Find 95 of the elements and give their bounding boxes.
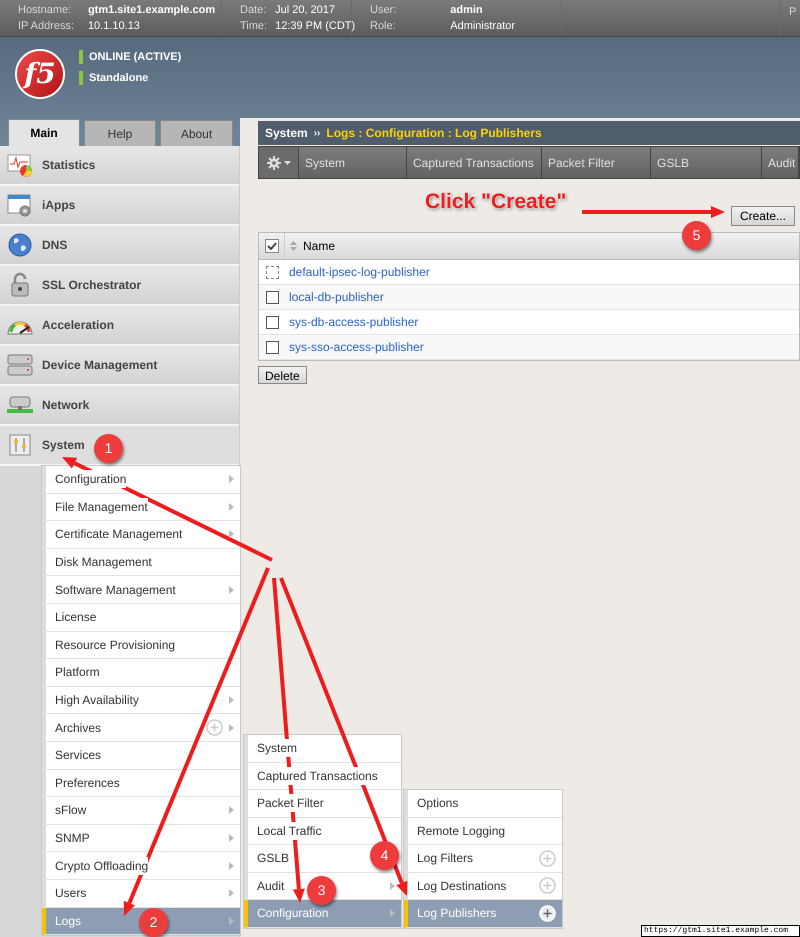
chart-icon	[7, 152, 33, 178]
sub-tab[interactable]: GSLB	[651, 147, 762, 178]
menu-item[interactable]: Certificate Management	[42, 521, 240, 549]
status-text: ONLINE (ACTIVE)	[89, 50, 182, 65]
menu-item[interactable]: Local Traffic	[244, 818, 401, 845]
sliders-icon	[9, 434, 31, 456]
nav-tab[interactable]: Help	[84, 120, 156, 146]
sub-tab[interactable]: System	[299, 147, 407, 178]
step-badge: 5	[682, 221, 711, 250]
breadcrumb-root: System	[265, 125, 308, 142]
globe-icon	[7, 232, 33, 258]
nav-item[interactable]: Network	[0, 386, 239, 426]
check-icon	[266, 242, 276, 250]
sub-tab[interactable]: Audit	[762, 147, 799, 178]
menu-item[interactable]: Options	[404, 790, 562, 818]
chevron-right-icon	[229, 834, 234, 842]
window-icon	[7, 192, 33, 218]
network-device-icon	[6, 394, 34, 416]
header-label: Time:	[240, 19, 268, 34]
chevron-right-icon	[229, 724, 234, 732]
menu-item[interactable]: Captured Transactions	[244, 762, 401, 790]
menu-item[interactable]: Disk Management	[42, 548, 240, 576]
breadcrumb-separator: ››	[314, 126, 320, 140]
header-value: 12:39 PM (CDT)	[275, 19, 356, 34]
menu-item[interactable]: Platform	[42, 659, 240, 687]
menu-item[interactable]: Log Filters	[404, 845, 562, 872]
caret-icon	[284, 160, 290, 164]
logo: f5	[15, 49, 65, 99]
nav-item[interactable]: Device Management	[0, 346, 239, 386]
menu-item[interactable]: Crypto Offloading	[42, 852, 240, 880]
menu-item[interactable]: sFlow	[42, 797, 240, 825]
menu-item[interactable]: Software Management	[42, 576, 240, 604]
menu-item[interactable]: Resource Provisioning	[42, 632, 240, 660]
sub-tab[interactable]: Captured Transactions	[407, 147, 542, 178]
chevron-right-icon	[390, 909, 395, 918]
publisher-link[interactable]: sys-db-access-publisher	[289, 313, 418, 331]
callout-text: Click "Create"	[425, 189, 566, 215]
header-value: 10.1.10.13	[88, 19, 141, 34]
menu-item[interactable]: High Availability	[42, 686, 240, 714]
menu-item[interactable]: SNMP	[42, 824, 240, 852]
menu-item[interactable]: Archives	[42, 714, 240, 742]
menu-item[interactable]: Log Destinations	[404, 872, 562, 900]
status-text: Standalone	[89, 70, 148, 86]
row-checkbox[interactable]	[266, 316, 278, 328]
breadcrumb-path: Logs : Configuration : Log Publishers	[326, 125, 542, 142]
chevron-right-icon	[229, 586, 234, 594]
chevron-right-icon	[229, 530, 234, 538]
menu-item[interactable]: Configuration	[42, 466, 240, 494]
header-value: Administrator	[450, 19, 516, 34]
chevron-right-icon	[229, 889, 234, 898]
gear-icon	[266, 156, 280, 170]
menu-item[interactable]: License	[42, 604, 240, 632]
row-checkbox[interactable]	[266, 340, 278, 354]
menu-item[interactable]: Services	[42, 742, 240, 770]
header-label: Date:	[240, 2, 268, 18]
nav-item[interactable]: Statistics	[0, 146, 239, 186]
publisher-link[interactable]: local-db-publisher	[289, 288, 384, 306]
status-indicator-icon	[79, 50, 83, 64]
chevron-right-icon	[390, 882, 395, 890]
menu-item[interactable]: Users	[42, 880, 240, 908]
nav-item[interactable]: DNS	[0, 226, 239, 266]
menu-item[interactable]: Packet Filter	[244, 790, 401, 818]
menu-item[interactable]: Remote Logging	[404, 818, 562, 845]
nav-tab[interactable]: About	[160, 120, 233, 146]
header-label: Hostname:	[18, 2, 72, 18]
publisher-link[interactable]: sys-sso-access-publisher	[289, 338, 424, 356]
nav-item[interactable]: Acceleration	[0, 306, 239, 346]
header-value: Jul 20, 2017	[275, 2, 336, 18]
header-label: IP Address:	[18, 19, 76, 34]
nav-item[interactable]: SSL Orchestrator	[0, 266, 239, 306]
chevron-right-icon	[229, 502, 234, 511]
menu-item[interactable]: File Management	[42, 494, 240, 522]
status-url: https://gtm1.site1.example.com	[641, 925, 800, 937]
select-all-checkbox[interactable]	[264, 239, 278, 253]
create-button[interactable]: Create...	[730, 206, 795, 226]
header-label: User:	[370, 2, 398, 18]
status-indicator-icon	[79, 70, 83, 85]
server-icon	[7, 353, 33, 377]
chevron-right-icon	[229, 475, 234, 484]
nav-tab[interactable]: Main	[8, 119, 80, 146]
header-label: P	[789, 6, 796, 18]
chevron-right-icon	[229, 806, 234, 814]
row-checkbox[interactable]	[266, 290, 278, 304]
nav-item[interactable]: iApps	[0, 186, 239, 226]
chevron-right-icon	[229, 862, 234, 870]
header-label: Role:	[370, 19, 397, 34]
delete-button[interactable]: Delete	[258, 366, 307, 384]
menu-item[interactable]: Preferences	[42, 770, 240, 798]
chevron-right-icon	[229, 696, 234, 704]
chevron-right-icon	[229, 916, 234, 925]
header-value: admin	[450, 2, 484, 18]
column-header[interactable]: Name	[303, 237, 336, 255]
header-value: gtm1.site1.example.com	[88, 2, 216, 18]
sub-tab[interactable]: Packet Filter	[542, 147, 651, 178]
menu-item[interactable]: System	[244, 735, 401, 762]
